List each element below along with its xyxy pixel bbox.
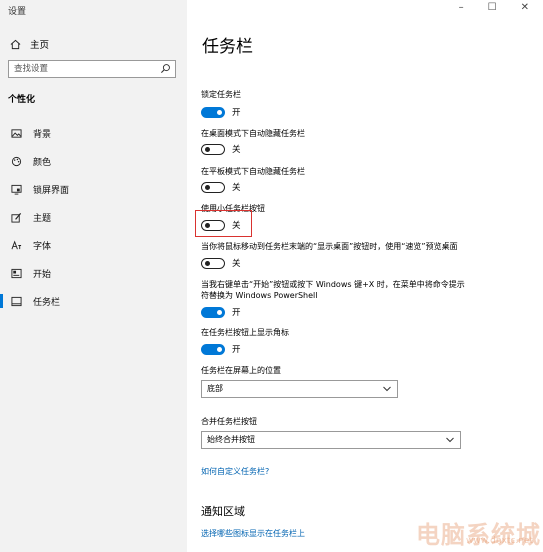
search-placeholder: 查找设置 (14, 64, 49, 74)
customize-link[interactable]: 如何自定义任务栏? (201, 466, 269, 477)
position-value: 底部 (207, 384, 223, 393)
sidebar-item-themes[interactable]: 主题 (0, 203, 187, 231)
watermark-url: www.dnxtc.net (466, 536, 533, 546)
minimize-button[interactable]: – (459, 2, 464, 13)
theme-icon (11, 212, 22, 223)
lock-screen-icon (11, 184, 22, 195)
sidebar-item-taskbar[interactable]: 任务栏 (0, 287, 187, 315)
toggle-state: 关 (232, 259, 241, 269)
autohide-desktop-toggle[interactable]: 关 (201, 143, 241, 155)
sidebar-item-label: 锁屏界面 (33, 185, 70, 196)
toggle-state: 开 (232, 345, 241, 355)
window-controls: – ☐ ✕ (459, 2, 529, 13)
sidebar-item-colors[interactable]: 颜色 (0, 147, 187, 175)
chevron-down-icon (446, 437, 454, 443)
combine-dropdown[interactable]: 始终合并按钮 (201, 431, 461, 449)
search-icon[interactable] (160, 63, 171, 74)
sidebar-item-background[interactable]: 背景 (0, 119, 187, 147)
font-icon (11, 240, 22, 249)
setting-label: 在任务栏按钮上显示角标 (201, 328, 289, 337)
setting-label: 当你将鼠标移动到任务栏末端的“显示桌面”按钮时，使用“速览”预览桌面 (201, 242, 458, 251)
powershell-toggle[interactable]: 开 (201, 306, 241, 318)
combine-value: 始终合并按钮 (207, 435, 255, 444)
setting-label: 在桌面模式下自动隐藏任务栏 (201, 129, 305, 138)
sidebar-item-label: 字体 (33, 241, 52, 252)
notification-area-title: 通知区域 (201, 505, 245, 518)
setting-label: 锁定任务栏 (201, 90, 241, 99)
combine-label: 合并任务栏按钮 (201, 417, 257, 426)
toggle-switch[interactable] (201, 181, 225, 193)
chevron-down-icon (383, 386, 391, 392)
sidebar-nav: 背景 颜色 锁屏界面 主题 字体 开始 任务栏 (0, 119, 187, 315)
small-buttons-toggle[interactable]: 关 (201, 219, 241, 231)
position-label: 任务栏在屏幕上的位置 (201, 366, 281, 375)
sidebar: 设置 主页 查找设置 个性化 背景 颜色 锁屏界面 主题 字体 开始 任务栏 (0, 0, 187, 552)
toggle-switch[interactable] (201, 106, 225, 118)
toggle-switch[interactable] (201, 143, 225, 155)
toggle-switch[interactable] (201, 219, 225, 231)
setting-label: 当我右键单击“开始”按钮或按下 Windows 键+X 时，在菜单中将命令提示符… (201, 280, 465, 300)
home-icon (10, 39, 21, 49)
sidebar-item-start[interactable]: 开始 (0, 259, 187, 287)
position-dropdown[interactable]: 底部 (201, 380, 398, 398)
toggle-state: 关 (232, 183, 241, 193)
sidebar-item-label: 背景 (33, 129, 52, 140)
image-icon (11, 128, 22, 138)
toggle-switch[interactable] (201, 257, 225, 269)
maximize-button[interactable]: ☐ (488, 2, 497, 13)
toggle-state: 关 (232, 145, 241, 155)
section-title: 个性化 (8, 95, 36, 105)
page-title: 任务栏 (202, 37, 253, 57)
sidebar-item-label: 主题 (33, 213, 52, 224)
toggle-state: 开 (232, 108, 241, 118)
notification-icons-link[interactable]: 选择哪些图标显示在任务栏上 (201, 528, 305, 539)
sidebar-item-lock-screen[interactable]: 锁屏界面 (0, 175, 187, 203)
sidebar-item-label: 颜色 (33, 157, 52, 168)
toggle-switch[interactable] (201, 343, 225, 355)
main-panel: – ☐ ✕ 任务栏 锁定任务栏 开 在桌面模式下自动隐藏任务栏 关 在平板模式下… (187, 0, 543, 552)
badges-toggle[interactable]: 开 (201, 343, 241, 355)
home-nav-item[interactable]: 主页 (10, 37, 49, 51)
close-button[interactable]: ✕ (521, 2, 529, 13)
toggle-switch[interactable] (201, 306, 225, 318)
toggle-state: 开 (232, 308, 241, 318)
sidebar-item-fonts[interactable]: 字体 (0, 231, 187, 259)
taskbar-icon (11, 296, 22, 306)
window-title: 设置 (8, 7, 27, 17)
sidebar-item-label: 任务栏 (33, 297, 61, 308)
setting-label: 在平板模式下自动隐藏任务栏 (201, 167, 305, 176)
peek-toggle[interactable]: 关 (201, 257, 241, 269)
start-icon (11, 268, 22, 278)
toggle-state: 关 (232, 221, 241, 231)
palette-icon (11, 156, 22, 166)
sidebar-item-label: 开始 (33, 269, 52, 280)
lock-taskbar-toggle[interactable]: 开 (201, 106, 241, 118)
home-label: 主页 (30, 40, 50, 51)
autohide-tablet-toggle[interactable]: 关 (201, 181, 241, 193)
search-input[interactable]: 查找设置 (8, 60, 176, 78)
